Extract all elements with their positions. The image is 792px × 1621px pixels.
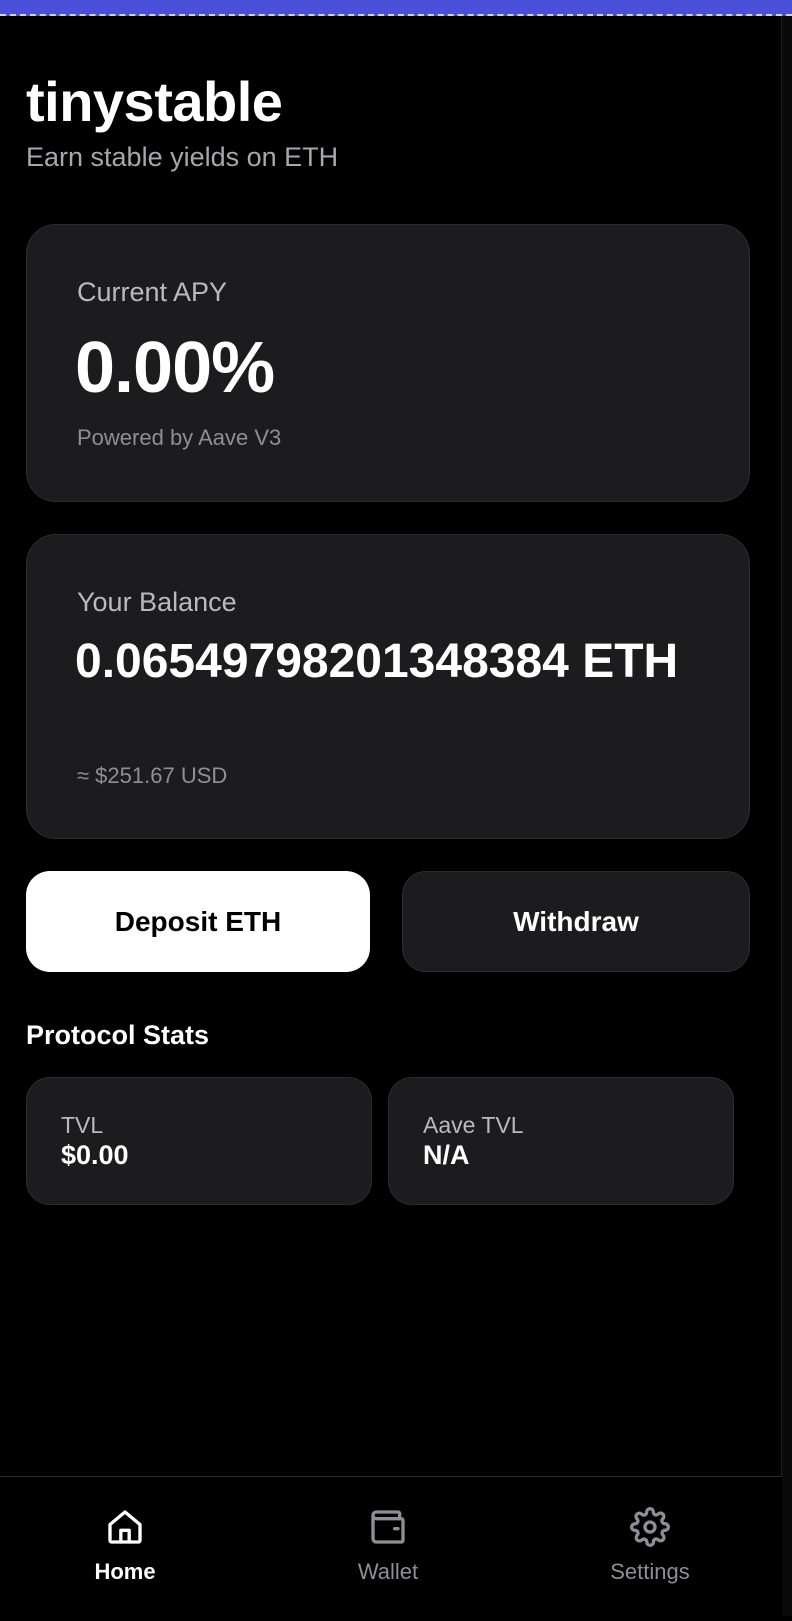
apy-card: Current APY 0.00% Powered by Aave V3 [26, 224, 750, 502]
withdraw-button[interactable]: Withdraw [402, 871, 750, 972]
tvl-stat-card: TVL $0.00 [26, 1077, 372, 1205]
scrollbar-track[interactable] [781, 16, 792, 1616]
tvl-label: TVL [61, 1112, 104, 1138]
nav-label-settings: Settings [610, 1559, 690, 1584]
nav-label-home: Home [94, 1559, 156, 1584]
nav-item-wallet[interactable]: Wallet [298, 1477, 478, 1621]
aave-tvl-label: Aave TVL [423, 1112, 524, 1138]
aave-tvl-value: N/A [423, 1140, 470, 1170]
apy-value: 0.00% [75, 328, 275, 408]
deposit-eth-button[interactable]: Deposit ETH [26, 871, 370, 972]
nav-label-wallet: Wallet [357, 1559, 419, 1584]
balance-value: 0.06549798201348384 ETH [75, 635, 679, 688]
top-accent-bar [0, 0, 792, 16]
home-icon [108, 1510, 142, 1544]
bottom-navigation: Home Wallet Settings [0, 1476, 782, 1620]
wallet-icon [371, 1510, 405, 1544]
aave-tvl-stat-card: Aave TVL N/A [388, 1077, 734, 1205]
nav-item-settings[interactable]: Settings [560, 1477, 740, 1621]
tvl-value: $0.00 [61, 1140, 129, 1170]
balance-card: Your Balance 0.06549798201348384 ETH ≈ $… [26, 534, 750, 839]
gear-icon [630, 1507, 670, 1547]
app-subtitle: Earn stable yields on ETH [26, 142, 339, 172]
protocol-stats-heading: Protocol Stats [26, 1020, 210, 1050]
apy-provider-note: Powered by Aave V3 [77, 425, 282, 450]
balance-label: Your Balance [77, 587, 237, 617]
app-title: tinystable [26, 70, 283, 133]
nav-item-home[interactable]: Home [35, 1477, 215, 1621]
apy-label: Current APY [77, 277, 228, 307]
balance-usd-value: ≈ $251.67 USD [77, 763, 228, 788]
